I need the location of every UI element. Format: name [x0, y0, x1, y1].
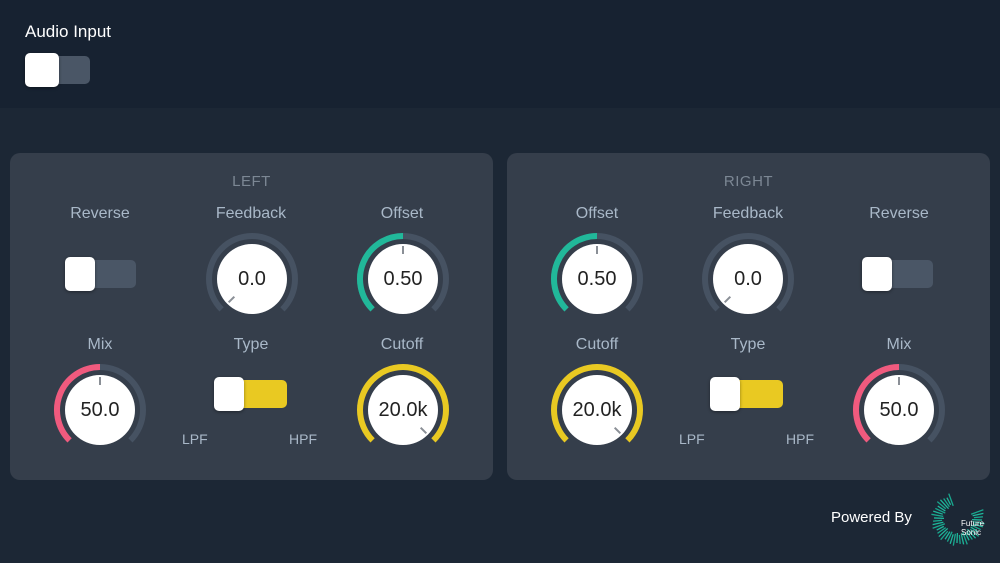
cutoff-label: Cutoff — [380, 336, 424, 353]
logo-ray — [952, 533, 957, 546]
cutoff-label: Cutoff — [575, 336, 619, 353]
knob-value: 50.0 — [879, 399, 919, 421]
right-panel: RIGHT Offset 0.50 Feedback 0.0 Reverse C… — [507, 153, 990, 480]
panel-title-right: RIGHT — [723, 173, 774, 190]
mix-label: Mix — [87, 336, 113, 353]
right-mix-knob[interactable]: 50.0 — [851, 362, 947, 458]
knob-value: 20.0k — [378, 399, 428, 421]
left-cutoff-knob[interactable]: 20.0k — [355, 362, 451, 458]
toggle-thumb[interactable] — [214, 377, 244, 411]
logo-ray — [973, 516, 983, 519]
left-offset-knob[interactable]: 0.50 — [355, 231, 451, 327]
mix-label: Mix — [886, 336, 912, 353]
audio-input-toggle[interactable] — [25, 53, 90, 87]
offset-label: Offset — [575, 205, 619, 222]
feedback-label: Feedback — [215, 205, 287, 222]
toggle-thumb[interactable] — [25, 53, 59, 87]
toggle-thumb[interactable] — [862, 257, 892, 291]
type-label: Type — [233, 336, 269, 353]
left-type-toggle[interactable] — [214, 377, 287, 411]
toggle-thumb[interactable] — [710, 377, 740, 411]
logo-line1: Future — [961, 519, 985, 528]
right-cutoff-knob[interactable]: 20.0k — [549, 362, 645, 458]
left-mix-knob[interactable]: 50.0 — [52, 362, 148, 458]
knob-value: 0.50 — [383, 268, 423, 290]
left-reverse-toggle[interactable] — [65, 257, 136, 291]
left-panel: LEFT Reverse Feedback 0.0 Offset 0.50 Mi… — [10, 153, 493, 480]
knob-value: 50.0 — [80, 399, 120, 421]
right-type-toggle[interactable] — [710, 377, 783, 411]
logo-line2: Sonic — [961, 528, 982, 537]
reverse-label: Reverse — [869, 205, 929, 222]
logo-ray — [933, 519, 943, 522]
reverse-label: Reverse — [70, 205, 130, 222]
panel-title-left: LEFT — [232, 173, 271, 190]
knob-value: 20.0k — [572, 399, 622, 421]
right-feedback-knob[interactable]: 0.0 — [700, 231, 796, 327]
lpf-label: LPF — [182, 431, 208, 447]
feedback-label: Feedback — [712, 205, 784, 222]
logo-ray — [931, 513, 944, 518]
toggle-thumb[interactable] — [65, 257, 95, 291]
hpf-label: HPF — [289, 431, 317, 447]
audio-input-label: Audio Input — [25, 22, 112, 41]
powered-by-label: Powered By — [831, 509, 912, 526]
logo-text: Future Sonic — [961, 519, 984, 537]
knob-value: 0.50 — [577, 268, 617, 290]
hpf-label: HPF — [786, 431, 814, 447]
logo-ray — [948, 493, 954, 507]
right-reverse-toggle[interactable] — [862, 257, 933, 291]
knob-value: 0.0 — [734, 268, 762, 290]
knob-value: 0.0 — [238, 268, 266, 290]
top-bar — [0, 0, 1000, 108]
offset-label: Offset — [380, 205, 424, 222]
right-offset-knob[interactable]: 0.50 — [549, 231, 645, 327]
type-label: Type — [730, 336, 766, 353]
left-feedback-knob[interactable]: 0.0 — [204, 231, 300, 327]
lpf-label: LPF — [679, 431, 705, 447]
